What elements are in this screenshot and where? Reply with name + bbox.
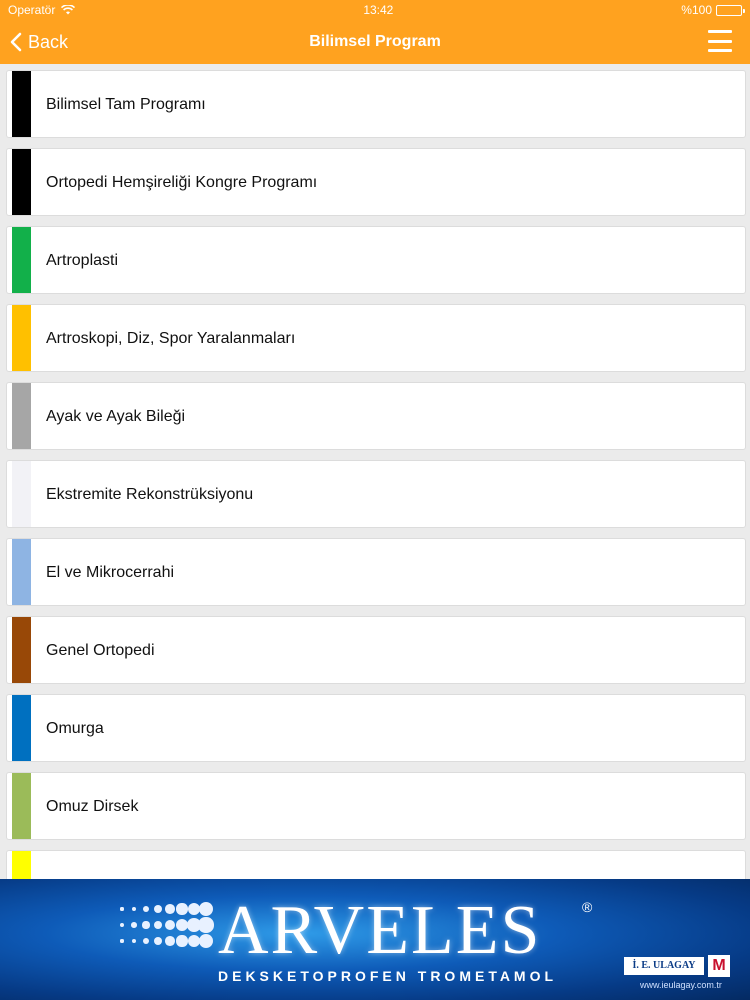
list-item[interactable]: Bilimsel Tam Programı — [6, 70, 746, 138]
list-item[interactable]: Ekstremite Rekonstrüksiyonu — [6, 460, 746, 528]
battery-percent: %100 — [681, 3, 712, 17]
company-website: www.ieulagay.com.tr — [640, 980, 722, 990]
category-color-swatch — [12, 305, 31, 371]
category-color-swatch — [12, 773, 31, 839]
category-color-swatch — [12, 695, 31, 761]
carrier-label: Operatör — [8, 3, 56, 17]
category-color-swatch — [12, 617, 31, 683]
advertisement-banner[interactable]: ARVELES ® DEKSKETOPROFEN TROMETAMOL İ. E… — [0, 879, 750, 1000]
list-item-label: El ve Mikrocerrahi — [46, 564, 175, 581]
page-title: Bilimsel Program — [309, 33, 441, 50]
back-label: Back — [28, 31, 69, 52]
list-item[interactable]: Genel Ortopedi — [6, 616, 746, 684]
list-item-label: Ekstremite Rekonstrüksiyonu — [46, 486, 254, 503]
category-color-swatch — [12, 539, 31, 605]
list-item[interactable]: Omurga — [6, 694, 746, 762]
list-item[interactable]: El ve Mikrocerrahi — [6, 538, 746, 606]
hamburger-menu-icon[interactable] — [708, 30, 732, 52]
category-color-swatch — [12, 149, 31, 215]
category-color-swatch — [12, 461, 31, 527]
list-item-label: Artroskopi, Diz, Spor Yaralanmaları — [46, 330, 296, 347]
category-color-swatch — [12, 383, 31, 449]
wifi-icon — [61, 5, 76, 15]
list-item-label: Omuz Dirsek — [46, 798, 139, 815]
brand-logo: ARVELES — [218, 892, 542, 969]
status-bar: Operatör 13:42 %100 — [0, 0, 750, 20]
program-list: Bilimsel Tam Programı Ortopedi Hemşireliğ… — [0, 64, 750, 879]
list-item-label: Bilimsel Tam Programı — [46, 96, 206, 113]
list-item-label: Omurga — [46, 720, 104, 737]
category-color-swatch — [12, 227, 31, 293]
category-color-swatch — [12, 71, 31, 137]
list-item[interactable]: Omuz Dirsek — [6, 772, 746, 840]
list-item[interactable]: Artroplasti — [6, 226, 746, 294]
list-item-label: Genel Ortopedi — [46, 642, 155, 659]
chevron-left-icon — [10, 32, 22, 52]
nav-bar: Back Bilimsel Program — [0, 20, 750, 64]
back-button[interactable]: Back — [10, 26, 68, 58]
list-item-label: Ortopedi Hemşireliği Kongre Programı — [46, 174, 318, 191]
registered-mark: ® — [582, 899, 593, 915]
brand-tagline: DEKSKETOPROFEN TROMETAMOL — [218, 968, 558, 984]
battery-icon — [716, 4, 745, 16]
company-mark-icon: M — [708, 955, 730, 977]
list-item-label: Artroplasti — [46, 252, 119, 269]
list-item[interactable]: Ortopedi Hemşireliği Kongre Programı — [6, 148, 746, 216]
list-item[interactable] — [6, 850, 746, 879]
company-logo: İ. E. ULAGAY — [624, 957, 704, 975]
clock: 13:42 — [363, 3, 394, 17]
category-color-swatch — [12, 851, 31, 879]
list-item[interactable]: Artroskopi, Diz, Spor Yaralanmaları — [6, 304, 746, 372]
list-item[interactable]: Ayak ve Ayak Bileği — [6, 382, 746, 450]
list-item-label: Ayak ve Ayak Bileği — [46, 408, 186, 425]
